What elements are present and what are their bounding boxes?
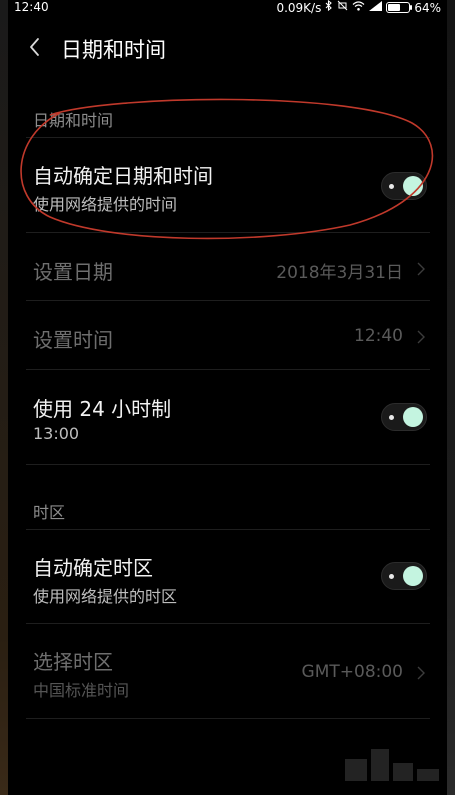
auto-date-time-toggle[interactable] xyxy=(381,172,427,200)
row-auto-date-time[interactable]: 自动确定日期和时间 使用网络提供的时间 xyxy=(8,138,447,232)
signal-icon xyxy=(369,0,383,15)
row-value: GMT+08:00 xyxy=(301,662,403,682)
silent-mode-icon xyxy=(337,0,348,15)
chevron-right-icon xyxy=(417,665,425,680)
row-title: 自动确定日期和时间 xyxy=(33,164,213,188)
row-title: 使用 24 小时制 xyxy=(33,397,172,421)
row-subtitle: 使用网络提供的时间 xyxy=(33,195,178,214)
toggle-dot xyxy=(389,415,394,420)
watermark-logo xyxy=(345,749,439,781)
row-select-timezone[interactable]: 选择时区 中国标准时间 GMT+08:00 xyxy=(8,624,447,718)
status-bar: 12:40 0.09K/s 64% xyxy=(8,0,447,16)
settings-screen: 12:40 0.09K/s 64% 日期和时间 日期和时间 自动确定日期和时间 … xyxy=(8,0,447,795)
bluetooth-icon xyxy=(325,0,333,15)
row-subtitle: 13:00 xyxy=(33,424,80,443)
section-header-timezone: 时区 xyxy=(33,503,66,522)
section-header-date-time: 日期和时间 xyxy=(33,111,114,130)
divider xyxy=(26,718,430,719)
row-set-date[interactable]: 设置日期 2018年3月31日 xyxy=(8,233,447,300)
screen-edge-left xyxy=(0,0,8,795)
row-title: 设置日期 xyxy=(33,260,113,284)
row-subtitle: 使用网络提供的时区 xyxy=(33,587,178,606)
row-title: 选择时区 xyxy=(33,650,113,674)
row-value: 12:40 xyxy=(354,326,403,346)
battery-fill xyxy=(388,4,401,11)
chevron-right-icon xyxy=(417,329,425,344)
battery-icon xyxy=(386,2,413,13)
page-title: 日期和时间 xyxy=(61,38,166,62)
status-indicators: 0.09K/s 64% xyxy=(276,0,441,15)
wifi-icon xyxy=(352,0,365,15)
back-chevron-icon[interactable] xyxy=(28,36,42,58)
row-title: 设置时间 xyxy=(33,328,113,352)
screen-edge-right xyxy=(447,0,455,795)
row-title: 自动确定时区 xyxy=(33,556,153,580)
row-auto-timezone[interactable]: 自动确定时区 使用网络提供的时区 xyxy=(8,530,447,623)
row-subtitle: 中国标准时间 xyxy=(33,681,130,700)
battery-percent: 64% xyxy=(414,0,441,15)
network-speed: 0.09K/s xyxy=(276,0,322,15)
row-24-hour-format[interactable]: 使用 24 小时制 13:00 xyxy=(8,370,447,464)
row-value: 2018年3月31日 xyxy=(276,263,403,283)
toggle-knob xyxy=(403,566,423,586)
toggle-knob xyxy=(403,407,423,427)
24-hour-toggle[interactable] xyxy=(381,403,427,431)
app-header: 日期和时间 xyxy=(8,22,447,72)
chevron-right-icon xyxy=(417,261,425,276)
status-time: 12:40 xyxy=(14,0,49,14)
toggle-knob xyxy=(403,176,423,196)
row-set-time[interactable]: 设置时间 12:40 xyxy=(8,301,447,369)
auto-timezone-toggle[interactable] xyxy=(381,562,427,590)
toggle-dot xyxy=(389,574,394,579)
divider xyxy=(26,464,430,465)
toggle-dot xyxy=(389,184,394,189)
